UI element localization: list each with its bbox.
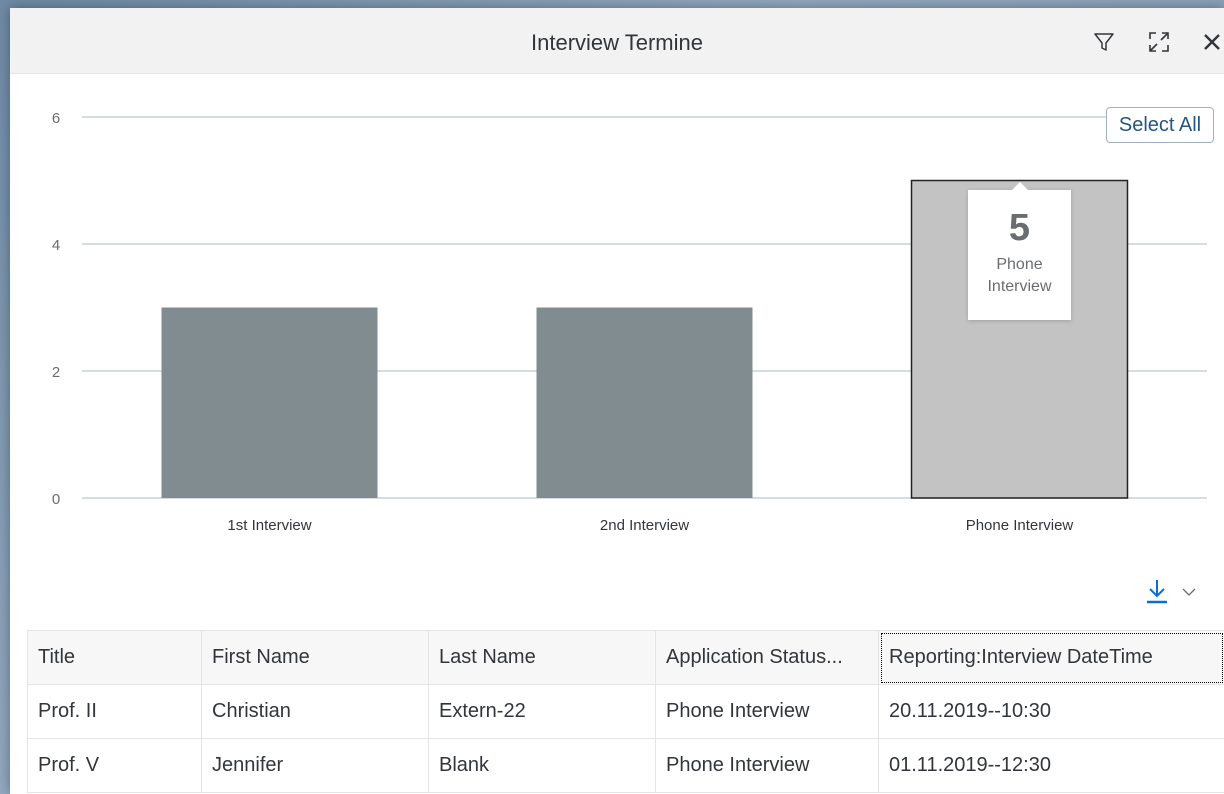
cell-last-name: Extern-22 (428, 684, 656, 739)
cell-interview-datetime: 20.11.2019--10:30 (878, 684, 1224, 739)
column-header-application-status[interactable]: Application Status... (655, 630, 879, 685)
y-tick-label: 0 (52, 491, 60, 508)
download-icon[interactable] (1146, 578, 1168, 609)
chevron-down-icon[interactable] (1182, 584, 1196, 602)
close-icon[interactable] (1198, 28, 1224, 56)
y-tick-label: 6 (52, 110, 60, 127)
cell-first-name: Christian (201, 684, 429, 739)
select-all-button[interactable]: Select All (1106, 107, 1214, 143)
column-header-interview-datetime[interactable]: Reporting:Interview DateTime (878, 630, 1224, 685)
tooltip-value: 5 (1008, 207, 1031, 249)
cell-interview-datetime: 01.11.2019--12:30 (878, 738, 1224, 793)
chart-tooltip: 5 Phone Interview (968, 182, 1071, 320)
table-row[interactable]: Prof. V Jennifer Blank Phone Interview 0… (27, 738, 1224, 793)
bar[interactable] (161, 307, 378, 499)
x-tick-label: 2nd Interview (600, 517, 689, 534)
cell-title: Prof. II (27, 684, 202, 739)
cell-application-status: Phone Interview (655, 738, 879, 793)
column-header-first-name[interactable]: First Name (201, 630, 429, 685)
cell-first-name: Jennifer (201, 738, 429, 793)
tooltip-label: Phone Interview (987, 256, 1052, 295)
dialog-header: Interview Termine (10, 8, 1224, 74)
x-tick-label: Phone Interview (966, 517, 1074, 534)
column-header-title[interactable]: Title (27, 630, 202, 685)
y-tick-label: 4 (52, 237, 60, 254)
chart-dialog: Interview Termine 0 2 4 6 1st Interview 2nd I… (10, 8, 1224, 794)
column-header-last-name[interactable]: Last Name (428, 630, 656, 685)
filter-icon[interactable] (1090, 28, 1118, 56)
download-controls (1146, 578, 1196, 608)
fullscreen-icon[interactable] (1145, 28, 1173, 56)
bar[interactable] (536, 307, 753, 499)
table-row[interactable]: Prof. II Christian Extern-22 Phone Inter… (27, 684, 1224, 739)
y-tick-label: 2 (52, 364, 60, 381)
cell-application-status: Phone Interview (655, 684, 879, 739)
cell-last-name: Blank (428, 738, 656, 793)
dialog-title: Interview Termine (531, 30, 703, 55)
x-tick-label: 1st Interview (227, 517, 311, 534)
table-header-row: Title First Name Last Name Application S… (27, 630, 1224, 685)
data-table: Title First Name Last Name Application S… (27, 630, 1224, 793)
cell-title: Prof. V (27, 738, 202, 793)
